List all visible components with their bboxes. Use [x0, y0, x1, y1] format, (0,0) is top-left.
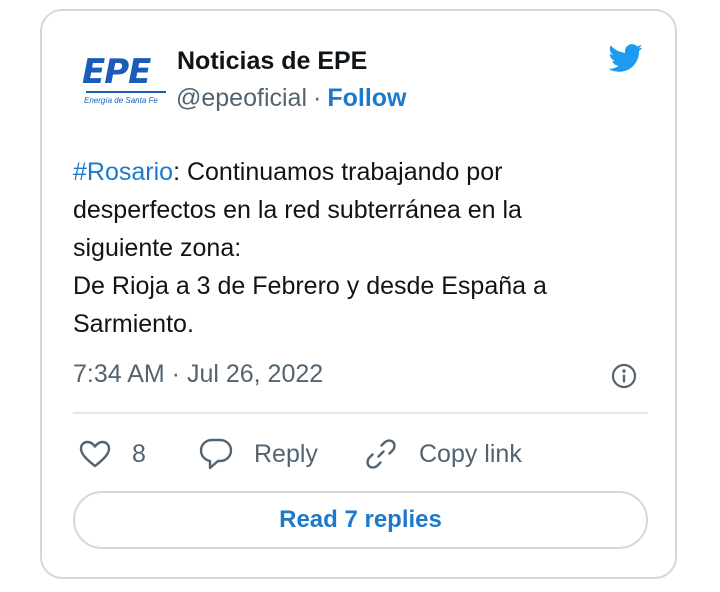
tweet-line-4: De Rioja a 3 de Febrero y desde España a — [73, 272, 547, 300]
copy-link-label: Copy link — [419, 439, 522, 468]
account-name[interactable]: Noticias de EPE — [177, 47, 367, 76]
tweet-timestamp[interactable]: 7:34 AM · Jul 26, 2022 — [73, 360, 323, 389]
logo-subtitle: Energía de Santa Fe — [84, 96, 158, 105]
logo-text: EPE — [82, 52, 151, 92]
link-icon — [366, 439, 396, 469]
reply-label: Reply — [254, 439, 318, 468]
heart-icon — [79, 440, 111, 468]
account-handle[interactable]: @epeoficial — [176, 84, 307, 112]
divider — [73, 412, 648, 414]
like-button[interactable]: 8 — [78, 436, 146, 472]
logo-underline — [86, 91, 166, 93]
read-replies-label: Read 7 replies — [279, 506, 442, 533]
follow-button[interactable]: Follow — [327, 84, 406, 112]
reply-button[interactable]: Reply — [198, 436, 318, 472]
tweet-text: #Rosario: Continuamos trabajando por des… — [73, 153, 633, 343]
twitter-bird-icon[interactable] — [603, 40, 647, 76]
info-icon[interactable] — [610, 362, 638, 390]
like-count: 8 — [132, 439, 146, 468]
hashtag-link[interactable]: #Rosario — [73, 158, 173, 186]
separator-dot: · — [313, 84, 322, 112]
tweet-line-1: #Rosario: Continuamos trabajando por — [73, 153, 633, 191]
avatar[interactable]: EPE Energía de Santa Fe — [80, 50, 172, 112]
tweet-line-3: siguiente zona: — [73, 234, 242, 262]
tweet-line-5: Sarmiento. — [73, 310, 194, 338]
handle-row: @epeoficial · Follow — [176, 84, 407, 113]
read-replies-button[interactable]: Read 7 replies — [73, 491, 648, 549]
copy-link-button[interactable]: Copy link — [363, 436, 522, 472]
tweet-line-1-text: : Continuamos trabajando por — [173, 158, 503, 186]
tweet-line-2: desperfectos en la red subterránea en la — [73, 196, 522, 224]
reply-bubble-icon — [199, 438, 233, 470]
